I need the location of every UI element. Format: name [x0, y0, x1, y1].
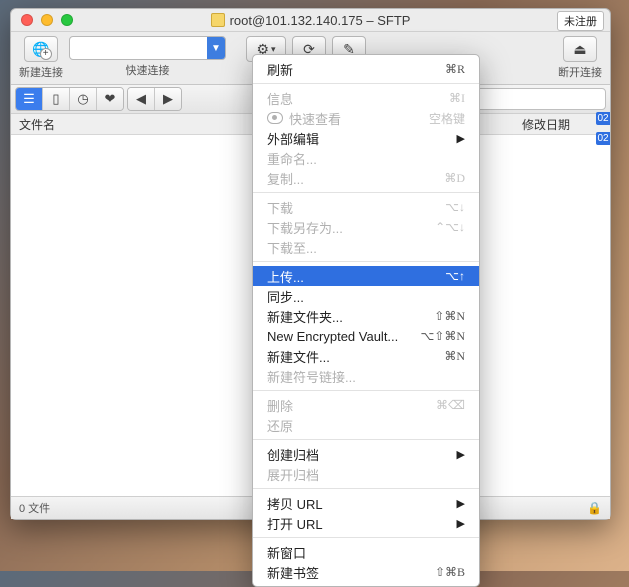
menu-item-label: 新建书签: [267, 563, 319, 582]
document-icon: [211, 13, 225, 27]
menu-item[interactable]: 上传... ⌥↑: [253, 266, 479, 286]
menu-item[interactable]: 创建归档 ▶: [253, 444, 479, 464]
menu-separator: [253, 488, 479, 489]
menu-item-label: 还原: [267, 416, 293, 435]
menu-separator: [253, 390, 479, 391]
bonjour-view-icon[interactable]: ❤︎: [97, 88, 123, 110]
globe-plus-icon: 🌐: [32, 41, 49, 58]
menu-shortcut: 空格键: [429, 110, 465, 127]
register-button[interactable]: 未注册: [557, 11, 604, 31]
menu-shortcut: ⌘⌫: [436, 398, 465, 413]
menu-separator: [253, 192, 479, 193]
menu-shortcut: ⌥⇧⌘N: [420, 329, 465, 344]
menu-item-label: 复制...: [267, 169, 304, 188]
disconnect-label: 断开连接: [558, 64, 602, 80]
menu-item-label: 快速查看: [289, 109, 341, 128]
menu-item-label: 打开 URL: [267, 514, 323, 533]
menu-item-label: 信息: [267, 89, 293, 108]
menu-shortcut: ⌥↓: [445, 200, 465, 215]
status-text: 0 文件: [19, 500, 50, 516]
menu-item[interactable]: 拷贝 URL ▶: [253, 493, 479, 513]
menu-item-label: 外部编辑: [267, 129, 319, 148]
menu-separator: [253, 439, 479, 440]
menu-item[interactable]: New Encrypted Vault... ⌥⇧⌘N: [253, 326, 479, 346]
menu-item[interactable]: 打开 URL ▶: [253, 513, 479, 533]
menu-item: 还原: [253, 415, 479, 435]
menu-item: 下载 ⌥↓: [253, 197, 479, 217]
menu-item-label: 展开归档: [267, 465, 319, 484]
menu-shortcut: ⌥↑: [445, 269, 465, 284]
action-dropdown-menu: 刷新 ⌘R 信息 ⌘I 快速查看 空格键外部编辑 ▶ 重命名...复制... ⌘D 下载 ⌥↓ 下载另…: [252, 54, 480, 587]
menu-separator: [253, 261, 479, 262]
menu-item-label: 拷贝 URL: [267, 494, 323, 513]
submenu-arrow-icon: ▶: [457, 448, 465, 461]
menu-item-label: 新建文件...: [267, 347, 330, 366]
menu-item[interactable]: 外部编辑 ▶: [253, 128, 479, 148]
menu-item-label: 创建归档: [267, 445, 319, 464]
menu-item-label: 新窗口: [267, 543, 306, 562]
left-view-segmented[interactable]: ☰ ▯ ◷ ❤︎: [15, 87, 124, 111]
submenu-arrow-icon: ▶: [457, 497, 465, 510]
menu-item: 下载另存为... ⌃⌥↓: [253, 217, 479, 237]
titlebar: root@101.132.140.175 – SFTP 未注册: [11, 9, 610, 32]
submenu-arrow-icon: ▶: [457, 132, 465, 145]
menu-shortcut: ⌘D: [444, 171, 465, 186]
menu-item[interactable]: 新窗口: [253, 542, 479, 562]
submenu-arrow-icon: ▶: [457, 517, 465, 530]
menu-item: 下载至...: [253, 237, 479, 257]
edge-badge-bottom: 02: [596, 132, 610, 145]
menu-item: 信息 ⌘I: [253, 88, 479, 108]
menu-item-label: 新建文件夹...: [267, 307, 343, 326]
quick-connect-label: 快速连接: [126, 62, 170, 78]
menu-shortcut: ⌘I: [449, 91, 465, 106]
window-title: root@101.132.140.175 – SFTP: [11, 13, 610, 28]
forward-icon[interactable]: ▶: [155, 88, 181, 110]
menu-shortcut: ⌘N: [444, 349, 465, 364]
menu-item[interactable]: 刷新 ⌘R: [253, 59, 479, 79]
edge-badge-top: 02: [596, 112, 610, 125]
menu-item[interactable]: 新建文件... ⌘N: [253, 346, 479, 366]
menu-item-label: 上传...: [267, 267, 304, 286]
back-icon[interactable]: ◀: [128, 88, 155, 110]
list-view-icon[interactable]: ▯: [43, 88, 70, 110]
menu-item-label: New Encrypted Vault...: [267, 329, 398, 344]
new-connection-label: 新建连接: [19, 64, 63, 80]
menu-shortcut: ⌘R: [445, 62, 465, 77]
menu-shortcut: ⇧⌘N: [434, 309, 465, 324]
menu-item[interactable]: 同步...: [253, 286, 479, 306]
quick-connect-field[interactable]: ▼: [69, 36, 226, 60]
lock-icon[interactable]: 🔒: [587, 501, 602, 515]
menu-item: 新建符号链接...: [253, 366, 479, 386]
menu-item-label: 新建符号链接...: [267, 367, 356, 386]
menu-separator: [253, 83, 479, 84]
menu-item: 重命名...: [253, 148, 479, 168]
menu-separator: [253, 537, 479, 538]
menu-item[interactable]: 新建书签 ⇧⌘B: [253, 562, 479, 582]
menu-item: 删除 ⌘⌫: [253, 395, 479, 415]
menu-item: 展开归档: [253, 464, 479, 484]
menu-item: 快速查看 空格键: [253, 108, 479, 128]
menu-item-label: 删除: [267, 396, 293, 415]
left-nav-segmented[interactable]: ◀ ▶: [127, 87, 182, 111]
chevron-down-icon: ▾: [271, 44, 276, 55]
bookmark-view-icon[interactable]: ☰: [16, 88, 43, 110]
menu-shortcut: ⇧⌘B: [435, 565, 465, 580]
menu-item: 复制... ⌘D: [253, 168, 479, 188]
menu-item-label: 重命名...: [267, 149, 317, 168]
new-connection-button[interactable]: 🌐: [24, 36, 58, 62]
menu-item-label: 下载: [267, 198, 293, 217]
menu-item-label: 刷新: [267, 60, 293, 79]
quick-connect-dropdown[interactable]: ▼: [207, 37, 225, 59]
menu-item-label: 下载至...: [267, 238, 317, 257]
quicklook-icon: [267, 112, 283, 124]
eject-icon: ⏏: [573, 41, 586, 58]
menu-item-label: 同步...: [267, 287, 304, 306]
menu-shortcut: ⌃⌥↓: [435, 220, 465, 235]
window-title-text: root@101.132.140.175 – SFTP: [230, 13, 411, 28]
menu-item-label: 下载另存为...: [267, 218, 343, 237]
menu-item[interactable]: 新建文件夹... ⇧⌘N: [253, 306, 479, 326]
history-view-icon[interactable]: ◷: [70, 88, 97, 110]
disconnect-button[interactable]: ⏏: [563, 36, 597, 62]
